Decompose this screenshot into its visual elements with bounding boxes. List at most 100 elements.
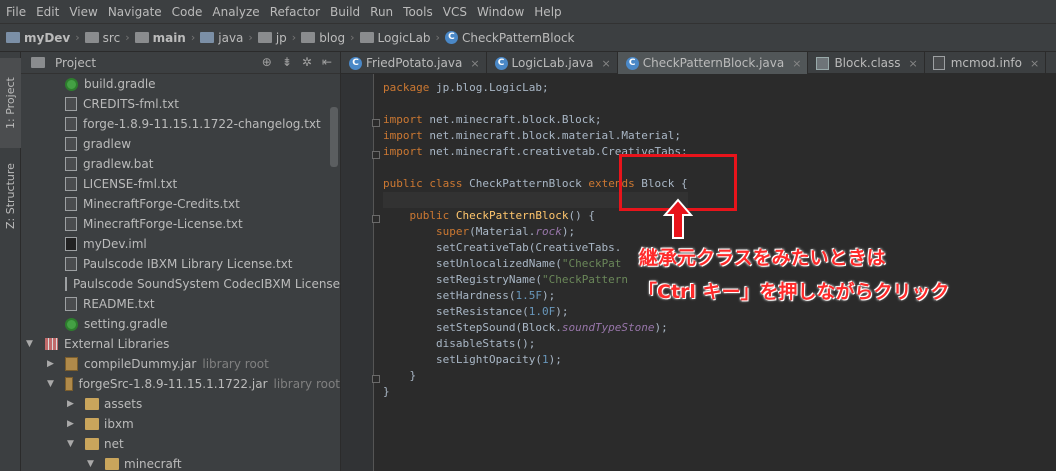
hide-icon[interactable]: ⇤ — [322, 55, 332, 69]
crumb-mydev[interactable]: myDev › — [6, 31, 85, 45]
menu-analyze[interactable]: Analyze — [209, 5, 266, 19]
code-line: package jp.blog.LogicLab; — [383, 81, 549, 94]
menu-edit[interactable]: Edit — [33, 5, 66, 19]
project-panel: Project ⊕ ⇟ ✲ ⇤ build.gradle CREDITS-fml… — [21, 52, 341, 471]
tree-item[interactable]: LICENSE-fml.txt — [21, 174, 340, 194]
tree-item[interactable]: gradlew — [21, 134, 340, 154]
expand-arrow-icon[interactable]: ▶ — [67, 419, 74, 429]
tree-item[interactable]: MinecraftForge-Credits.txt — [21, 194, 340, 214]
fold-icon[interactable] — [372, 151, 380, 159]
close-icon[interactable]: × — [470, 57, 479, 70]
crumb-logiclab[interactable]: LogicLab › — [359, 31, 445, 45]
project-icon — [31, 57, 45, 68]
package-icon — [85, 418, 99, 430]
close-icon[interactable]: × — [1030, 57, 1039, 70]
tree-item[interactable]: ▼ minecraft — [21, 454, 340, 471]
tree-item[interactable]: build.gradle — [21, 74, 340, 94]
menu-help[interactable]: Help — [531, 5, 568, 19]
tree-item[interactable]: myDev.iml — [21, 234, 340, 254]
class-icon: C — [625, 56, 639, 70]
menu-refactor[interactable]: Refactor — [267, 5, 327, 19]
tree-item[interactable]: README.txt — [21, 294, 340, 314]
text-file-icon — [932, 56, 945, 70]
crumb-checkpatternblock[interactable]: C CheckPatternBlock — [444, 31, 575, 45]
expand-arrow-icon[interactable]: ▼ — [47, 379, 54, 389]
crumb-src[interactable]: src › — [84, 31, 135, 45]
package-icon — [105, 458, 119, 470]
code-line: } — [409, 369, 417, 382]
tree-item[interactable]: ▼ forgeSrc-1.8.9-11.15.1.1722.jar library … — [21, 374, 340, 394]
code-line: super(Material.rock); — [435, 225, 576, 238]
tool-window-strip: 1: Project Z: Structure — [0, 52, 21, 471]
crumb-blog[interactable]: blog › — [301, 31, 359, 45]
class-icon: C — [494, 56, 508, 70]
expand-arrow-icon[interactable]: ▶ — [47, 359, 54, 369]
code-line: setStepSound(Block.soundTypeStone); — [435, 321, 668, 334]
fold-icon[interactable] — [372, 215, 380, 223]
code-text[interactable]: package jp.blog.LogicLab; import net.min… — [383, 80, 688, 400]
project-panel-header: Project ⊕ ⇟ ✲ ⇤ — [21, 52, 340, 74]
close-icon[interactable]: × — [792, 57, 801, 70]
annotation-line-1: 継承元クラスをみたいときは — [639, 247, 886, 269]
tree-scrollbar[interactable] — [330, 107, 338, 167]
tree-item[interactable]: gradlew.bat — [21, 154, 340, 174]
text-file-icon — [65, 157, 77, 171]
tree-item[interactable]: ▼ net — [21, 434, 340, 454]
class-icon: C — [444, 31, 458, 44]
menu-navigate[interactable]: Navigate — [105, 5, 169, 19]
project-tool-tab[interactable]: 1: Project — [0, 58, 21, 148]
expand-arrow-icon[interactable]: ▼ — [67, 439, 74, 449]
tab-logiclab[interactable]: C LogicLab.java × — [487, 52, 618, 74]
tree-item[interactable]: ▶ compileDummy.jar library root — [21, 354, 340, 374]
menu-vcs[interactable]: VCS — [440, 5, 474, 19]
project-view-selector[interactable]: Project — [55, 56, 96, 70]
menu-view[interactable]: View — [66, 5, 104, 19]
expand-arrow-icon[interactable]: ▼ — [87, 459, 94, 469]
fold-icon[interactable] — [372, 375, 380, 383]
structure-tool-tab[interactable]: Z: Structure — [0, 152, 21, 240]
collapse-icon[interactable]: ⇟ — [282, 55, 292, 69]
text-file-icon — [65, 117, 77, 131]
close-icon[interactable]: × — [909, 57, 918, 70]
menu-file[interactable]: File — [3, 5, 33, 19]
crumb-jp[interactable]: jp › — [257, 31, 301, 45]
tree-item[interactable]: Paulscode SoundSystem CodecIBXM License — [21, 274, 340, 294]
tree-item[interactable]: forge-1.8.9-11.15.1.1722-changelog.txt — [21, 114, 340, 134]
code-editor[interactable]: package jp.blog.LogicLab; import net.min… — [341, 74, 1056, 471]
code-line: setLightOpacity(1); — [435, 353, 562, 366]
tree-item[interactable]: CREDITS-fml.txt — [21, 94, 340, 114]
text-file-icon — [65, 97, 77, 111]
class-file-icon — [816, 56, 830, 70]
code-line: disableStats(); — [435, 337, 536, 350]
expand-arrow-icon[interactable]: ▶ — [67, 399, 74, 409]
locate-icon[interactable]: ⊕ — [262, 55, 272, 69]
tree-item[interactable]: ▶ assets — [21, 394, 340, 414]
tree-item[interactable]: Paulscode IBXM Library License.txt — [21, 254, 340, 274]
package-icon — [257, 32, 272, 43]
expand-arrow-icon[interactable]: ▼ — [26, 339, 33, 349]
tree-item[interactable]: MinecraftForge-License.txt — [21, 214, 340, 234]
crumb-java[interactable]: java › — [200, 31, 258, 45]
gradle-icon — [65, 77, 78, 91]
tab-block-class[interactable]: Block.class × — [808, 52, 925, 74]
menu-window[interactable]: Window — [474, 5, 531, 19]
menu-build[interactable]: Build — [327, 5, 367, 19]
menu-run[interactable]: Run — [367, 5, 400, 19]
editor-tabs: C FriedPotato.java × C LogicLab.java × C Chec… — [341, 52, 1056, 74]
close-icon[interactable]: × — [602, 57, 611, 70]
crumb-main[interactable]: main › — [134, 31, 201, 45]
tab-mcmod-info[interactable]: mcmod.info × — [925, 52, 1047, 74]
tree-item[interactable]: ▼ External Libraries — [21, 334, 340, 354]
tree-item[interactable]: ▶ ibxm — [21, 414, 340, 434]
fold-icon[interactable] — [372, 119, 380, 127]
text-file-icon — [65, 177, 77, 191]
tab-checkpatternblock[interactable]: C CheckPatternBlock.java × — [617, 52, 809, 74]
package-icon — [85, 438, 99, 450]
tab-friedpotato[interactable]: C FriedPotato.java × — [341, 52, 487, 74]
gear-icon[interactable]: ✲ — [302, 55, 312, 69]
menu-tools[interactable]: Tools — [400, 5, 440, 19]
menu-code[interactable]: Code — [169, 5, 210, 19]
tree-item[interactable]: setting.gradle — [21, 314, 340, 334]
text-file-icon — [65, 277, 67, 291]
